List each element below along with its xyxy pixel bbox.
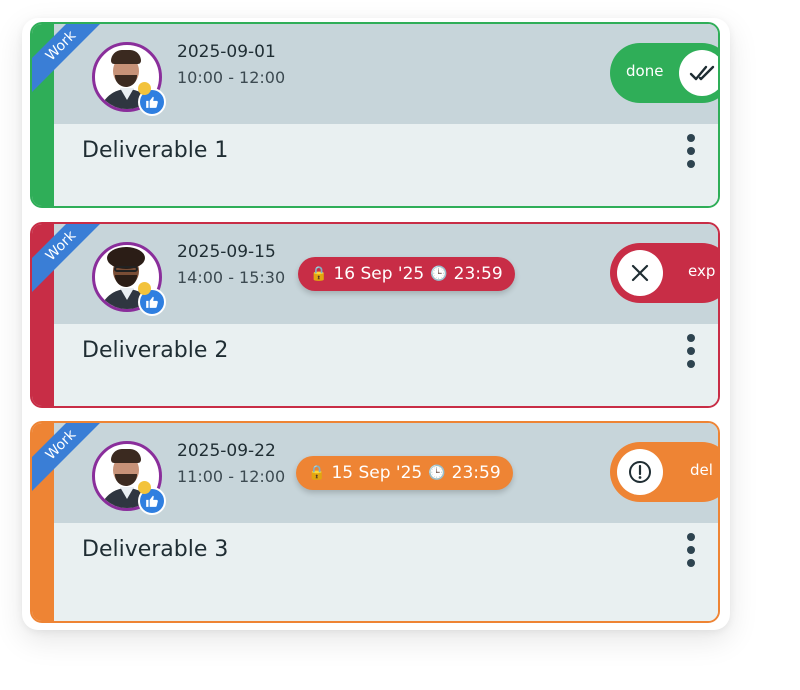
- avatar[interactable]: [92, 242, 166, 316]
- status-dot: [138, 82, 151, 95]
- task-card-2[interactable]: 2025-09-15 14:00 - 15:30 🔒 16 Sep '25 🕒 …: [30, 222, 720, 408]
- card-body: Deliverable 2: [54, 324, 718, 406]
- lock-icon: 🔒: [308, 465, 326, 481]
- task-date: 2025-09-15: [177, 242, 276, 262]
- deadline-date: 15 Sep '25: [331, 463, 423, 483]
- card-header: 2025-09-22 11:00 - 12:00 🔒 15 Sep '25 🕒 …: [54, 423, 718, 523]
- close-icon: [617, 250, 663, 296]
- card-header: 2025-09-01 10:00 - 12:00 done: [54, 24, 718, 124]
- task-card-1[interactable]: 2025-09-01 10:00 - 12:00 done Deliverabl…: [30, 22, 720, 208]
- double-check-icon: [679, 50, 718, 96]
- deadline-badge: 🔒 15 Sep '25 🕒 23:59: [296, 456, 513, 490]
- deadline-date: 16 Sep '25: [333, 264, 425, 284]
- more-options-icon[interactable]: [686, 334, 696, 372]
- toggle-label: exp: [688, 262, 716, 280]
- card-body: Deliverable 3: [54, 523, 718, 621]
- avatar[interactable]: [92, 42, 166, 116]
- task-time-range: 14:00 - 15:30: [177, 268, 286, 287]
- lock-icon: 🔒: [310, 266, 328, 282]
- status-dot: [138, 481, 151, 494]
- clock-icon: 🕒: [428, 465, 446, 481]
- task-date: 2025-09-01: [177, 42, 276, 62]
- toggle-label: done: [626, 62, 664, 80]
- more-options-icon[interactable]: [686, 134, 696, 172]
- task-date: 2025-09-22: [177, 441, 276, 461]
- task-title: Deliverable 3: [82, 537, 229, 562]
- task-card-3[interactable]: 2025-09-22 11:00 - 12:00 🔒 15 Sep '25 🕒 …: [30, 421, 720, 623]
- deadline-badge: 🔒 16 Sep '25 🕒 23:59: [298, 257, 515, 291]
- deadline-time: 23:59: [453, 264, 503, 284]
- status-toggle-expired[interactable]: exp: [610, 243, 718, 303]
- status-toggle-deleted[interactable]: del: [610, 442, 718, 502]
- exclamation-icon: [617, 449, 663, 495]
- task-title: Deliverable 2: [82, 338, 229, 363]
- more-options-icon[interactable]: [686, 533, 696, 571]
- card-header: 2025-09-15 14:00 - 15:30 🔒 16 Sep '25 🕒 …: [54, 224, 718, 324]
- task-title: Deliverable 1: [82, 138, 229, 163]
- deadline-time: 23:59: [451, 463, 501, 483]
- status-toggle-done[interactable]: done: [610, 43, 718, 103]
- clock-icon: 🕒: [430, 266, 448, 282]
- card-body: Deliverable 1: [54, 124, 718, 206]
- toggle-label: del: [690, 461, 713, 479]
- status-dot: [138, 282, 151, 295]
- task-time-range: 10:00 - 12:00: [177, 68, 286, 87]
- task-time-range: 11:00 - 12:00: [177, 467, 286, 486]
- avatar[interactable]: [92, 441, 166, 515]
